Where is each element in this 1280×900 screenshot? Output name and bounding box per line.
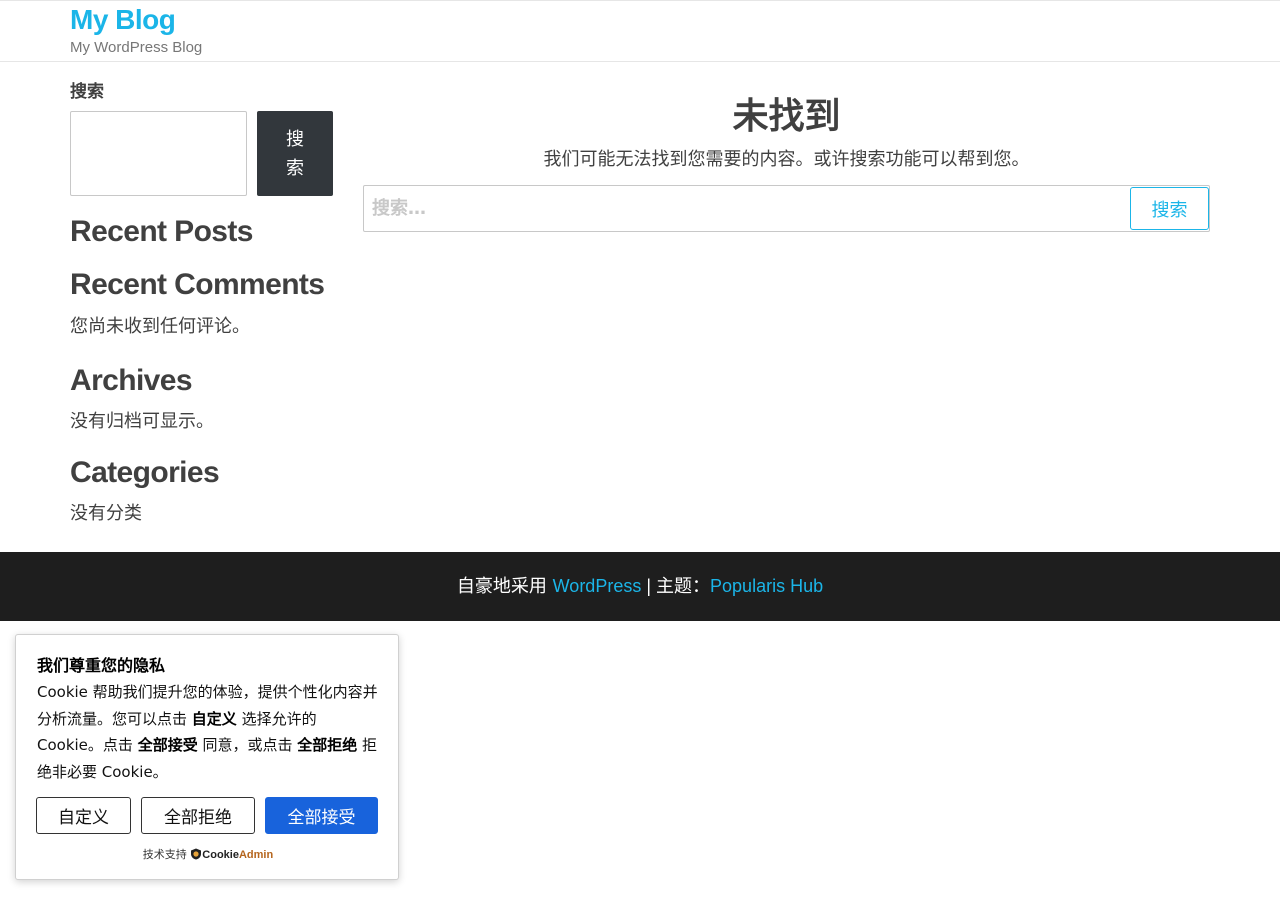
- sidebar-search-label: 搜索: [70, 82, 104, 101]
- main-search-button[interactable]: 搜索: [1130, 187, 1209, 230]
- main-search-form: 搜索: [363, 185, 1210, 232]
- site-footer: 自豪地采用 WordPress | 主题：Popularis Hub: [0, 552, 1280, 621]
- brand-cookie: Cookie: [202, 849, 239, 861]
- powered-by-label: 技术支持: [142, 848, 187, 861]
- sidebar-search-button-label-1: 搜: [286, 128, 304, 150]
- recent-comments-title: Recent Comments: [70, 268, 325, 301]
- cookie-body-part3: 同意，或点击: [197, 736, 298, 754]
- footer-prefix: 自豪地采用: [456, 576, 553, 597]
- cookie-reject-all-button[interactable]: 全部拒绝: [141, 797, 255, 834]
- categories-text: 没有分类: [70, 503, 142, 524]
- cookie-accept-all-button[interactable]: 全部接受: [265, 797, 378, 834]
- cookie-body-customize: 自定义: [191, 709, 237, 728]
- site-header: My Blog My WordPress Blog: [0, 0, 1280, 62]
- cookie-customize-button[interactable]: 自定义: [36, 797, 131, 834]
- footer-separator: |: [641, 576, 657, 596]
- sidebar-search-button[interactable]: 搜索: [257, 111, 333, 196]
- recent-comments-text: 您尚未收到任何评论。: [70, 316, 250, 337]
- cookie-body-reject: 全部拒绝: [297, 736, 358, 754]
- site-description: My WordPress Blog: [70, 39, 203, 56]
- cookieadmin-brand-link[interactable]: CookieAdmin: [202, 849, 273, 861]
- cookie-consent-banner: 我们尊重您的隐私 Cookie 帮助我们提升您的体验，提供个性化内容并分析流量。…: [15, 634, 399, 880]
- cookie-powered-by: 技术支持 CookieAdmin: [16, 847, 400, 863]
- sidebar-search-button-label-2: 索: [286, 157, 304, 179]
- brand-admin: Admin: [238, 849, 274, 861]
- archives-text: 没有归档可显示。: [70, 411, 214, 432]
- footer-theme-link[interactable]: Popularis Hub: [710, 576, 823, 596]
- footer-theme-label: 主题：: [656, 576, 711, 597]
- main-search-input[interactable]: [364, 186, 1128, 231]
- cookie-body-accept: 全部接受: [137, 736, 198, 754]
- sidebar-search-input[interactable]: [70, 111, 247, 196]
- archives-title: Archives: [70, 364, 193, 397]
- cookie-description: Cookie 帮助我们提升您的体验，提供个性化内容并分析流量。您可以点击 自定义…: [37, 679, 382, 785]
- recent-posts-title: Recent Posts: [70, 215, 253, 248]
- cookie-title: 我们尊重您的隐私: [37, 656, 166, 675]
- categories-title: Categories: [70, 456, 220, 489]
- page-title: 未找到: [732, 96, 841, 137]
- site-title-link[interactable]: My Blog: [70, 3, 176, 37]
- not-found-description: 我们可能无法找到您需要的内容。或许搜索功能可以帮到您。: [543, 149, 1030, 170]
- footer-wordpress-link[interactable]: WordPress: [553, 576, 642, 596]
- cookieadmin-logo-icon: [191, 848, 202, 860]
